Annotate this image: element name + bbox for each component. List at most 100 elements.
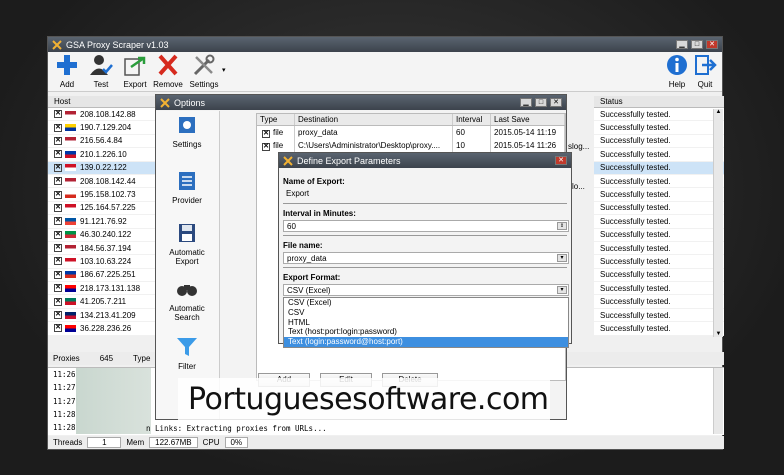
row-checkbox[interactable]: ✕	[262, 130, 270, 138]
row-checkbox[interactable]: ✕	[54, 324, 62, 333]
minimize-button[interactable]: ▁	[676, 40, 688, 49]
main-titlebar: GSA Proxy Scraper v1.03 ▁ □ ✕	[48, 37, 722, 52]
sidebar-item-filter[interactable]: Filter	[156, 337, 218, 371]
format-option[interactable]: HTML	[284, 318, 568, 328]
row-checkbox[interactable]: ✕	[54, 177, 62, 186]
destination-column-header[interactable]: Destination	[295, 114, 453, 125]
row-checkbox[interactable]: ✕	[54, 163, 62, 172]
export-row[interactable]: ✕ file proxy_data 60 2015.05-14 11:19	[257, 126, 565, 139]
export-titlebar: Define Export Parameters ✕	[279, 153, 571, 168]
row-checkbox[interactable]: ✕	[54, 244, 62, 253]
sidebar-item-automatic-search[interactable]: Automatic Search	[156, 279, 218, 322]
file-name-input[interactable]: proxy_data ▾	[283, 252, 569, 264]
row-checkbox[interactable]: ✕	[54, 297, 62, 306]
table-row[interactable]: ✕ 46.30.240.122	[48, 229, 156, 242]
scroll-up-icon[interactable]: ▲	[714, 109, 723, 115]
export-close-button[interactable]: ✕	[555, 156, 567, 165]
table-row[interactable]: ✕ 208.108.142.88	[48, 108, 156, 122]
row-checkbox[interactable]: ✕	[54, 257, 62, 266]
export-icon	[124, 56, 146, 76]
export-row[interactable]: ✕ file C:\Users\Administrator\Desktop\prox…	[257, 139, 565, 152]
close-button[interactable]: ✕	[706, 40, 718, 49]
status-cell: Successfully tested.	[594, 242, 724, 256]
table-row[interactable]: ✕ 190.7.129.204	[48, 121, 156, 135]
settings-button[interactable]: Settings	[186, 54, 222, 89]
chevron-down-icon[interactable]: ▾	[557, 286, 567, 294]
format-option[interactable]: CSV (Excel)	[284, 298, 568, 308]
format-option[interactable]: CSV	[284, 308, 568, 318]
interval-column-header[interactable]: Interval	[453, 114, 491, 125]
export-table-header: Type Destination Interval Last Save	[257, 114, 565, 126]
table-row[interactable]: ✕ 184.56.37.194	[48, 242, 156, 256]
row-checkbox[interactable]: ✕	[54, 150, 62, 159]
table-row[interactable]: ✕ 208.108.142.44	[48, 175, 156, 189]
status-cell: Successfully tested.	[594, 175, 724, 189]
table-row[interactable]: ✕ 91.121.76.92	[48, 215, 156, 229]
test-button[interactable]: Test	[86, 54, 116, 89]
table-row[interactable]: ✕ 41.205.7.211	[48, 295, 156, 309]
table-row[interactable]: ✕ 186.67.225.251	[48, 269, 156, 283]
country-flag-icon	[65, 137, 76, 145]
status-cell: Successfully tested.	[594, 282, 724, 296]
row-checkbox[interactable]: ✕	[54, 311, 62, 320]
row-checkbox[interactable]: ✕	[262, 143, 270, 151]
table-row[interactable]: ✕ 216.56.4.84	[48, 135, 156, 149]
threads-value: 1	[87, 437, 122, 448]
divider	[283, 235, 567, 236]
scroll-down-icon[interactable]: ▼	[714, 331, 723, 337]
info-icon	[667, 55, 687, 75]
add-label: Add	[59, 80, 75, 89]
quit-button[interactable]: Quit	[692, 54, 718, 89]
sidebar-item-automatic-export[interactable]: Automatic Export	[156, 223, 218, 266]
table-row[interactable]: ✕ 103.10.63.224	[48, 255, 156, 269]
host-scrollbar[interactable]: ▲ ▼	[713, 109, 723, 337]
row-checkbox[interactable]: ✕	[54, 217, 62, 226]
country-flag-icon	[65, 177, 76, 185]
format-option[interactable]: Text (host:port:login:password)	[284, 327, 568, 337]
export-format-select[interactable]: CSV (Excel) ▾	[283, 284, 569, 296]
file-browse-icon[interactable]: ▾	[557, 254, 567, 262]
country-flag-icon	[65, 191, 76, 199]
interval-input[interactable]: 60 ⇕	[283, 220, 569, 232]
row-checkbox[interactable]: ✕	[54, 284, 62, 293]
settings-dropdown-icon[interactable]: ▾	[222, 66, 226, 74]
table-row[interactable]: ✕ 195.158.102.73	[48, 188, 156, 202]
options-minimize-button[interactable]: ▁	[520, 98, 532, 107]
host-ip: 216.56.4.84	[80, 136, 123, 146]
row-checkbox[interactable]: ✕	[54, 203, 62, 212]
options-maximize-button[interactable]: □	[535, 98, 547, 107]
last-save-column-header[interactable]: Last Save	[491, 114, 565, 125]
row-checkbox[interactable]: ✕	[54, 230, 62, 239]
table-row[interactable]: ✕ 139.0.22.122	[48, 161, 156, 175]
row-checkbox[interactable]: ✕	[54, 123, 62, 132]
table-row[interactable]: ✕ 36.228.236.26	[48, 322, 156, 336]
table-row[interactable]: ✕ 134.213.41.209	[48, 309, 156, 323]
type-column-header[interactable]: Type	[257, 114, 295, 125]
export-button[interactable]: Export	[120, 54, 150, 89]
sidebar-item-provider[interactable]: Provider	[156, 171, 218, 205]
host-column-header[interactable]: Host	[48, 96, 156, 108]
row-checkbox[interactable]: ✕	[54, 270, 62, 279]
exit-icon	[695, 55, 717, 75]
remove-button[interactable]: Remove	[152, 54, 184, 89]
add-button[interactable]: Add	[52, 54, 82, 89]
row-checkbox[interactable]: ✕	[54, 136, 62, 145]
cpu-value: 0%	[224, 437, 249, 448]
format-option[interactable]: Text (login:password@host:port)	[284, 337, 568, 347]
row-checkbox[interactable]: ✕	[54, 110, 62, 119]
export-last-save: 2015.05-14 11:19	[491, 126, 565, 139]
table-row[interactable]: ✕ 210.1.226.10	[48, 148, 156, 162]
interval-spinner-icon[interactable]: ⇕	[557, 222, 567, 230]
log-scrollbar[interactable]	[713, 368, 723, 434]
sidebar-item-settings[interactable]: Settings	[156, 115, 218, 149]
options-close-button[interactable]: ✕	[550, 98, 562, 107]
status-column-header[interactable]: Status	[594, 96, 724, 108]
export-name-input[interactable]: Export	[283, 188, 569, 200]
maximize-button[interactable]: □	[691, 40, 703, 49]
export-label: Export	[123, 80, 147, 89]
status-cell: Successfully tested.	[594, 148, 724, 162]
row-checkbox[interactable]: ✕	[54, 190, 62, 199]
table-row[interactable]: ✕ 218.173.131.138	[48, 282, 156, 296]
table-row[interactable]: ✕ 125.164.57.225	[48, 202, 156, 216]
help-button[interactable]: Help	[664, 54, 690, 89]
